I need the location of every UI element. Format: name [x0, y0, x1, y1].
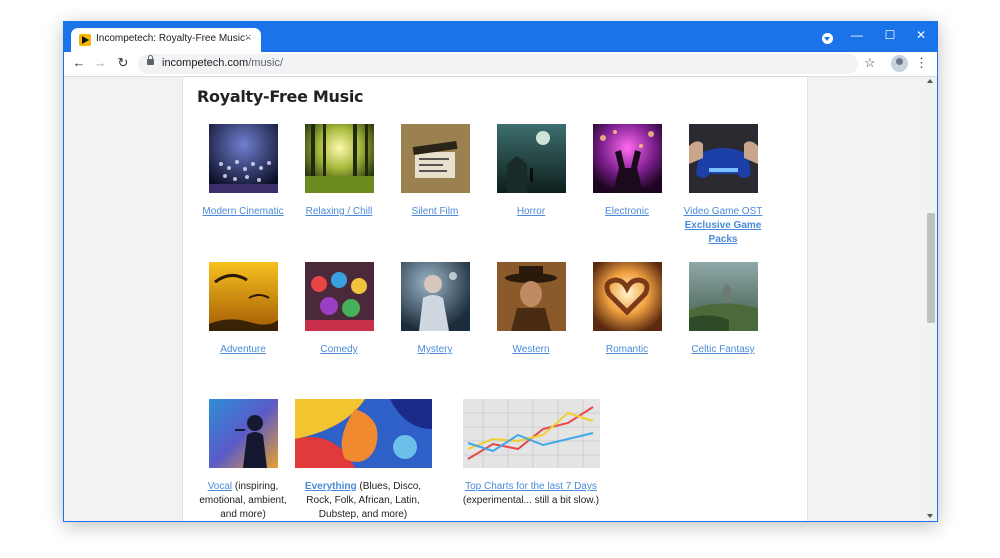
- genre-link[interactable]: Romantic: [606, 344, 648, 355]
- favicon-icon: [79, 34, 91, 46]
- genre-romantic: Romantic: [579, 262, 675, 357]
- address-bar[interactable]: incompetech.com/music/: [138, 54, 858, 74]
- reload-button[interactable]: ↻: [114, 54, 132, 72]
- genre-link[interactable]: Western: [512, 344, 549, 355]
- lock-icon: [147, 55, 154, 65]
- genre-link[interactable]: Silent Film: [412, 206, 459, 217]
- genre-link[interactable]: Mystery: [418, 344, 453, 355]
- main-content: Royalty-Free Music Modern Cinematic Rela…: [182, 77, 808, 521]
- new-tab-button[interactable]: +: [242, 29, 260, 47]
- vocal-caption: Vocal (inspiring, emotional, ambient, an…: [199, 481, 286, 520]
- genre-everything: Everything (Blues, Disco, Rock, Folk, Af…: [291, 399, 435, 521]
- genre-link[interactable]: Comedy: [320, 344, 357, 355]
- chart-image[interactable]: [462, 399, 600, 468]
- avatar[interactable]: [891, 55, 908, 72]
- genre-top-charts: Top Charts for the last 7 Days (experime…: [459, 399, 603, 508]
- minimize-button[interactable]: —: [845, 25, 869, 45]
- page-scrollbar[interactable]: [925, 77, 937, 521]
- genre-celtic-fantasy: Celtic Fantasy: [675, 262, 771, 357]
- orchestra-image[interactable]: [208, 124, 278, 193]
- genre-link[interactable]: Everything: [305, 481, 357, 492]
- gamepad-image[interactable]: [688, 124, 758, 193]
- exclusive-game-packs-link[interactable]: Exclusive Game Packs: [685, 220, 762, 245]
- genre-video-game-ost: Video Game OST Exclusive Game Packs: [675, 124, 771, 247]
- close-window-button[interactable]: ✕: [909, 25, 933, 45]
- browser-toolbar: ← → ↻ incompetech.com/music/ ☆ ⋮: [64, 52, 937, 77]
- genre-comedy: Comedy: [291, 262, 387, 357]
- browser-tab[interactable]: Incompetech: Royalty-Free Music ×: [71, 28, 261, 52]
- genre-link[interactable]: Video Game OST: [684, 206, 763, 217]
- profile-indicator-icon[interactable]: [822, 33, 833, 44]
- cowboy-image[interactable]: [496, 262, 566, 331]
- tab-title: Incompetech: Royalty-Free Music: [96, 33, 245, 44]
- genre-relaxing-chill: Relaxing / Chill: [291, 124, 387, 219]
- page-viewport: Royalty-Free Music Modern Cinematic Rela…: [64, 77, 925, 521]
- forward-button[interactable]: →: [91, 54, 109, 72]
- scroll-down-icon[interactable]: [927, 514, 933, 518]
- castle-image[interactable]: [688, 262, 758, 331]
- genre-horror: Horror: [483, 124, 579, 219]
- genre-western: Western: [483, 262, 579, 357]
- genre-adventure: Adventure: [195, 262, 291, 357]
- scroll-thumb[interactable]: [927, 213, 935, 323]
- genre-vocal: Vocal (inspiring, emotional, ambient, an…: [195, 399, 291, 521]
- bookmark-star-icon[interactable]: ☆: [864, 55, 876, 71]
- genre-link[interactable]: Adventure: [220, 344, 266, 355]
- clowns-image[interactable]: [304, 262, 374, 331]
- genre-link[interactable]: Modern Cinematic: [202, 206, 283, 217]
- genre-modern-cinematic: Modern Cinematic: [195, 124, 291, 219]
- genre-link[interactable]: Relaxing / Chill: [306, 206, 373, 217]
- browser-menu-icon[interactable]: ⋮: [915, 55, 928, 71]
- genre-link[interactable]: Electronic: [605, 206, 649, 217]
- genre-link[interactable]: Celtic Fantasy: [691, 344, 754, 355]
- url-text[interactable]: incompetech.com/music/: [162, 57, 283, 69]
- genre-desc: (experimental... still a bit slow.): [462, 495, 600, 506]
- page-title: Royalty-Free Music: [197, 87, 364, 106]
- singer-image[interactable]: [208, 399, 278, 468]
- scroll-up-icon[interactable]: [927, 79, 933, 83]
- genre-silent-film: Silent Film: [387, 124, 483, 219]
- heart-hands-image[interactable]: [592, 262, 662, 331]
- back-button[interactable]: ←: [70, 54, 88, 72]
- mystery-woman-image[interactable]: [400, 262, 470, 331]
- genre-link[interactable]: Horror: [517, 206, 545, 217]
- genre-mystery: Mystery: [387, 262, 483, 357]
- genre-link[interactable]: Vocal: [208, 481, 232, 492]
- paint-image[interactable]: [294, 399, 432, 468]
- genre-link[interactable]: Top Charts for the last 7 Days: [465, 481, 597, 492]
- paraglider-image[interactable]: [208, 262, 278, 331]
- clapperboard-image[interactable]: [400, 124, 470, 193]
- genre-electronic: Electronic: [579, 124, 675, 219]
- title-bar: Incompetech: Royalty-Free Music × + — ☐ …: [64, 22, 937, 52]
- browser-window: Incompetech: Royalty-Free Music × + — ☐ …: [63, 21, 938, 522]
- forest-image[interactable]: [304, 124, 374, 193]
- maximize-button[interactable]: ☐: [878, 25, 902, 45]
- everything-caption: Everything (Blues, Disco, Rock, Folk, Af…: [305, 481, 421, 520]
- haunted-image[interactable]: [496, 124, 566, 193]
- concert-image[interactable]: [592, 124, 662, 193]
